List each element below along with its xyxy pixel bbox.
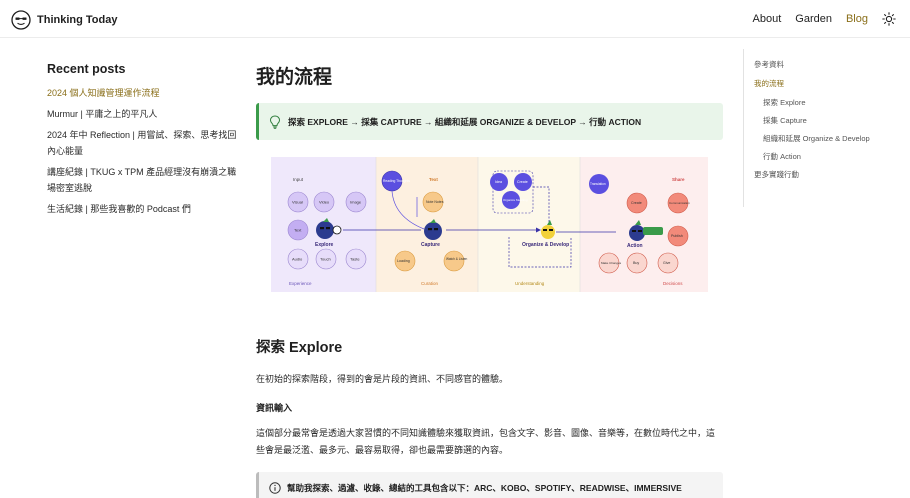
toc-item-more-actions[interactable]: 更多實踐行動 — [754, 169, 910, 181]
nav-garden[interactable]: Garden — [795, 13, 832, 25]
toc-item-my-process[interactable]: 我的流程 — [754, 78, 910, 90]
subheading-info-input: 資訊輸入 — [256, 403, 293, 413]
diagram-label: Text — [429, 177, 438, 182]
lightbulb-icon — [269, 114, 281, 129]
diagram-label: Audio — [292, 257, 303, 262]
tip-text: 探索 EXPLORE → 採集 CAPTURE → 組織和延展 ORGANIZE… — [288, 116, 642, 127]
toc-item-references[interactable]: 參考資料 — [754, 59, 910, 71]
stage-title-capture: Capture — [421, 242, 440, 248]
brand[interactable]: Thinking Today — [11, 10, 117, 30]
toc-item-capture[interactable]: 採集 Capture — [754, 115, 910, 127]
diagram-label: Buy — [633, 261, 639, 265]
callout-text: 幫助我探索、過濾、收錄、總結的工具包含以下：ARC、KOBO、SPOTIFY、R… — [287, 483, 682, 493]
tools-callout: 幫助我探索、過濾、收錄、總結的工具包含以下：ARC、KOBO、SPOTIFY、R… — [256, 472, 723, 498]
diagram-label: Taste — [350, 257, 360, 262]
nav-about[interactable]: About — [753, 13, 782, 25]
toc-item-explore[interactable]: 探索 Explore — [754, 97, 910, 109]
main-nav: About Garden Blog — [753, 12, 896, 26]
stage-title-explore: Explore — [315, 242, 334, 248]
recent-post-link[interactable]: 講座紀錄 | TKUG x TPM 產品經理沒有崩潰之職場密室逃脫 — [47, 164, 237, 196]
diagram-label: Make Changes — [601, 261, 622, 265]
nav-blog[interactable]: Blog — [846, 13, 868, 25]
tip-callout: 探索 EXPLORE → 採集 CAPTURE → 組織和延展 ORGANIZE… — [256, 103, 723, 140]
top-header: Thinking Today About Garden Blog — [0, 0, 910, 38]
diagram-label: Loading — [397, 259, 410, 263]
diagram-label: Input — [293, 177, 304, 182]
diagram-label: Publish — [671, 234, 683, 238]
intro-paragraph: 在初始的探索階段，得到的會是片段的資訊、不同感官的體驗。 — [256, 374, 509, 384]
diagram-label: Video — [319, 200, 330, 205]
diagram-label: Create — [631, 201, 642, 205]
diagram-label: Communication — [669, 201, 690, 205]
section-title-explore: 探索 Explore — [256, 340, 343, 356]
stage-title-organize: Organize & Develop — [522, 242, 569, 248]
recent-post-link[interactable]: 生活紀錄 | 那些我喜歡的 Podcast 們 — [47, 201, 237, 217]
brand-name: Thinking Today — [37, 14, 118, 26]
diagram-label: Watch & Listen — [446, 257, 468, 261]
diagram-label: Note Notes — [426, 200, 444, 204]
table-of-contents: 參考資料 我的流程 探索 Explore 採集 Capture 組織和延展 Or… — [743, 49, 910, 207]
diagram-label: Visual — [292, 200, 303, 205]
diagram-label: Organize Meaning — [503, 198, 528, 202]
diagram-label: Translation — [590, 182, 606, 186]
toc-item-organize[interactable]: 組織和延展 Organize & Develop — [754, 133, 910, 145]
diagram-label: Share — [672, 177, 685, 182]
recent-post-link[interactable]: 2024 年中 Reflection | 用嘗試、探索、思考找回內心能量 — [47, 127, 237, 159]
sun-icon[interactable] — [882, 12, 896, 26]
logo-icon — [11, 10, 31, 30]
body-paragraph: 這個部分最常會是透過大家習慣的不同知識體驗來獲取資訊，包含文字、影音、圖像、音樂… — [256, 428, 716, 455]
diagram-footer: Understanding — [515, 281, 545, 286]
diagram-footer: Experience — [289, 281, 312, 286]
recent-post-link[interactable]: 2024 個人知識管理運作流程 — [47, 85, 237, 101]
diagram-label: Touch — [320, 257, 331, 262]
stage-title-action: Action — [627, 243, 643, 249]
recent-posts: Recent posts 2024 個人知識管理運作流程 Murmur | 平庸… — [47, 62, 237, 222]
diagram-label: Reading Thoughts — [383, 179, 410, 183]
diagram-label: Create — [517, 180, 528, 184]
diagram-label: Give — [663, 261, 670, 265]
recent-posts-title: Recent posts — [47, 62, 126, 76]
diagram-footer: Curation — [421, 281, 439, 286]
process-diagram: Input Visual Video Image Text Audio Touc… — [271, 157, 708, 292]
diagram-label: Image — [350, 200, 362, 205]
recent-post-link[interactable]: Murmur | 平庸之上的平凡人 — [47, 106, 237, 122]
page-title: 我的流程 — [256, 67, 333, 88]
diagram-footer: Decisions — [663, 281, 683, 286]
toc-item-action[interactable]: 行動 Action — [754, 151, 910, 163]
diagram-label: Idea — [495, 180, 502, 184]
diagram-label: Text — [294, 228, 302, 233]
article: 我的流程 探索 EXPLORE → 採集 CAPTURE → 組織和延展 ORG… — [256, 62, 723, 498]
info-icon — [269, 482, 281, 494]
